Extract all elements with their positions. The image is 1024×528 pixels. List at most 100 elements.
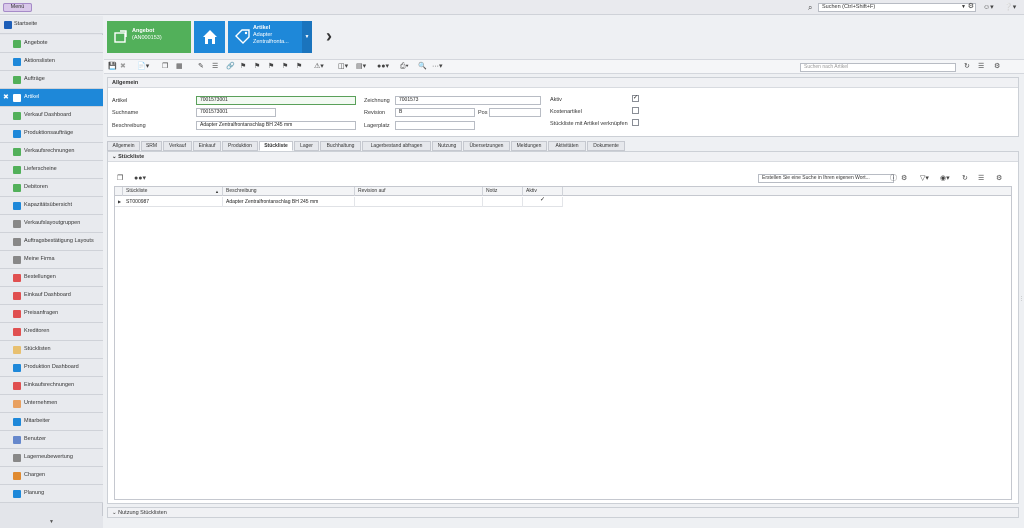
list-icon[interactable]: ☰ xyxy=(212,62,218,71)
users-icon[interactable]: ☺▾ xyxy=(983,3,994,12)
help-icon[interactable]: ❔▾ xyxy=(1004,3,1016,12)
table-row[interactable]: ▶ ST000987 Adapter Zentralfrontanschlag … xyxy=(115,197,563,207)
sidebar-item-angebote[interactable]: Angebote xyxy=(0,35,103,53)
gear-icon[interactable]: ⚙ xyxy=(968,3,974,10)
refresh-icon[interactable]: ↻ xyxy=(962,174,968,183)
tab-nutzung[interactable]: Nutzung xyxy=(432,141,462,151)
tab-uebersetzungen[interactable]: Übersetzungen xyxy=(463,141,510,151)
beschreibung-field[interactable]: Adapter Zentralfrontanschlag BH 245 mm xyxy=(196,121,356,130)
print-layout-icon[interactable]: ▤▾ xyxy=(356,62,366,71)
tile-angebot[interactable]: Angebot (AN000153) xyxy=(107,21,191,53)
verknuepfen-checkbox[interactable] xyxy=(632,119,639,126)
sidebar-item-mitarbeiter[interactable]: Mitarbeiter xyxy=(0,413,103,431)
revision-field[interactable]: B xyxy=(395,108,475,117)
column-header-revision[interactable]: Revision auf xyxy=(355,187,483,196)
sidebar-item-kreditoren[interactable]: Kreditoren xyxy=(0,323,103,341)
tag-check-icon[interactable]: ⚑ xyxy=(296,62,302,71)
sidebar-scroll-down[interactable]: ▼ xyxy=(0,516,103,528)
tile-artikel[interactable]: Artikel Adapter Zentralfronta... ▼ xyxy=(228,21,312,53)
sidebar-item-verkaufsrechnungen[interactable]: Verkaufsrechnungen xyxy=(0,143,103,161)
link-icon[interactable]: 🔗 xyxy=(226,62,235,71)
table-icon[interactable]: ▦ xyxy=(176,62,183,71)
more-icon[interactable]: ···▾ xyxy=(432,62,443,71)
sidebar-item-artikel[interactable]: ✖ Artikel xyxy=(0,89,103,107)
tab-lagerbestand-abfragen[interactable]: Lagerbestand abfragen xyxy=(362,141,431,151)
tab-srm[interactable]: SRM xyxy=(141,141,162,151)
aktiv-check-icon[interactable]: ✓ xyxy=(539,197,546,205)
filter-icon[interactable]: ▽▾ xyxy=(920,174,929,183)
tag-edit-icon[interactable]: ⚑ xyxy=(268,62,274,71)
preview-icon[interactable]: 🔍 xyxy=(418,62,427,71)
tag-icon[interactable]: ⚑ xyxy=(240,62,246,71)
copy-icon[interactable]: ❐ xyxy=(162,62,168,71)
sidebar-item-lagerneubewertung[interactable]: Lagerneubewertung xyxy=(0,449,103,467)
sidebar-item-auftragsbestaetigung-layouts[interactable]: Auftragsbestätigung Layouts xyxy=(0,233,103,251)
settings-icon[interactable]: ⚙ xyxy=(901,174,907,183)
menu-button[interactable]: Menü xyxy=(3,3,32,12)
menu-lines-icon[interactable]: ☰ xyxy=(978,62,984,71)
zeichnung-field[interactable]: 7001573 xyxy=(395,96,541,105)
artikel-field[interactable]: 7001573001 xyxy=(196,96,356,105)
column-header-aktiv[interactable]: Aktiv xyxy=(523,187,563,196)
sidebar-item-bestellungen[interactable]: Bestellungen xyxy=(0,269,103,287)
save-icon[interactable]: 💾 xyxy=(108,62,117,71)
pos-field[interactable] xyxy=(489,108,541,117)
tile-home[interactable] xyxy=(194,21,225,53)
info-icon[interactable]: ⓘ xyxy=(890,174,897,183)
sidebar-item-chargen[interactable]: Chargen xyxy=(0,467,103,485)
artikel-search-input[interactable]: Suchen nach Artikel xyxy=(800,63,956,72)
menu-lines-icon[interactable]: ☰ xyxy=(978,174,984,183)
chevron-right-icon[interactable]: › xyxy=(326,26,332,46)
warning-icon[interactable]: ⚠▾ xyxy=(314,62,324,71)
sidebar-item-benutzer[interactable]: Benutzer xyxy=(0,431,103,449)
sidebar-item-preisanfragen[interactable]: Preisanfragen xyxy=(0,305,103,323)
more-actions-icon[interactable]: ●●▾ xyxy=(377,62,389,71)
tab-lager[interactable]: Lager xyxy=(294,141,319,151)
chevron-down-icon[interactable]: ▼ xyxy=(961,4,966,11)
column-header-stueckliste[interactable]: Stückliste ▲ xyxy=(123,187,223,196)
tab-allgemein[interactable]: Allgemein xyxy=(107,141,140,151)
gear-icon[interactable]: ⚙ xyxy=(996,174,1002,183)
tab-produktion[interactable]: Produktion xyxy=(222,141,258,151)
sidebar-item-verkauf-dashboard[interactable]: Verkauf Dashboard xyxy=(0,107,103,125)
sidebar-item-produktionsauftraege[interactable]: Produktionsaufträge xyxy=(0,125,103,143)
sidebar-item-meine-firma[interactable]: Meine Firma xyxy=(0,251,103,269)
cancel-icon[interactable]: ✖ xyxy=(120,62,126,71)
allgemein-header[interactable]: Allgemein xyxy=(108,78,1018,88)
sidebar-item-auftraege[interactable]: Aufträge xyxy=(0,71,103,89)
new-document-icon[interactable]: 📄▾ xyxy=(137,62,149,71)
copy-icon[interactable]: ❐ xyxy=(117,174,123,183)
sidebar-item-kapazitaetsuebersicht[interactable]: Kapazitätsübersicht xyxy=(0,197,103,215)
close-icon[interactable]: ✖ xyxy=(3,89,9,106)
sidebar-item-verkaufslayoutgruppen[interactable]: Verkaufslayoutgruppen xyxy=(0,215,103,233)
tab-buchhaltung[interactable]: Buchhaltung xyxy=(320,141,361,151)
tab-einkauf[interactable]: Einkauf xyxy=(193,141,221,151)
kostenartikel-checkbox[interactable] xyxy=(632,107,639,114)
sidebar-item-einkaufsrechnungen[interactable]: Einkaufsrechnungen xyxy=(0,377,103,395)
stueckliste-search-input[interactable]: Erstellen Sie eine Suche in Ihren eigene… xyxy=(758,174,894,183)
tab-stueckliste[interactable]: Stückliste xyxy=(259,141,293,151)
suchname-field[interactable]: 7001573001 xyxy=(196,108,276,117)
tag-remove-icon[interactable]: ⚑ xyxy=(282,62,288,71)
settings-icon[interactable]: ⚙ xyxy=(994,62,1000,71)
sidebar-item-startseite[interactable]: Startseite xyxy=(0,16,103,34)
sidebar-item-produktion-dashboard[interactable]: Produktion Dashboard xyxy=(0,359,103,377)
lagerplatz-field[interactable] xyxy=(395,121,475,130)
chevron-down-icon[interactable]: ▼ xyxy=(302,21,312,53)
print-icon[interactable]: ⎙▾ xyxy=(400,62,409,71)
stueckliste-header[interactable]: ⌄ Stückliste xyxy=(108,152,1018,162)
nutzung-stuecklisten-header[interactable]: ⌄ Nutzung Stücklisten xyxy=(107,507,1019,518)
view-icon[interactable]: ◉▾ xyxy=(940,174,950,183)
transfer-icon[interactable]: ◫▾ xyxy=(338,62,348,71)
sidebar-item-lieferscheine[interactable]: Lieferscheine xyxy=(0,161,103,179)
more-actions-icon[interactable]: ●●▾ xyxy=(134,174,146,183)
refresh-icon[interactable]: ↻ xyxy=(964,62,970,71)
tab-dokumente[interactable]: Dokumente xyxy=(587,141,625,151)
sidebar-item-einkauf-dashboard[interactable]: Einkauf Dashboard xyxy=(0,287,103,305)
sidebar-item-debitoren[interactable]: Debitoren xyxy=(0,179,103,197)
sidebar-item-aktionslisten[interactable]: Aktionslisten xyxy=(0,53,103,71)
sidebar-item-unternehmen[interactable]: Unternehmen xyxy=(0,395,103,413)
sidebar-item-stuecklisten[interactable]: Stücklisten xyxy=(0,341,103,359)
global-search-input[interactable]: Suchen (Ctrl+Shift+F) ▼ ⚙ xyxy=(818,3,976,12)
column-header-beschreibung[interactable]: Beschreibung xyxy=(223,187,355,196)
